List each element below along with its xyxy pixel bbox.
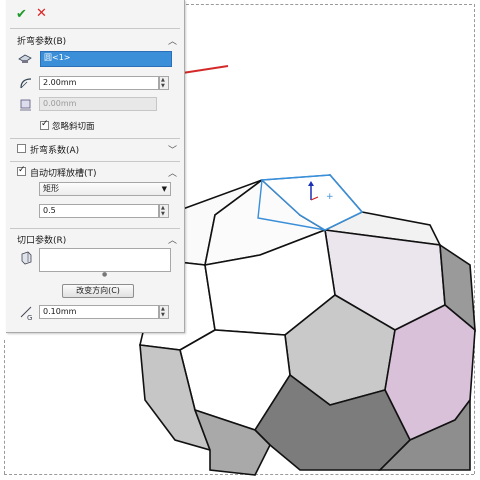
divider [10,228,180,229]
rip-params-title: 切口参数(R) [17,236,67,246]
ignore-bevel-label: 忽略斜切面 [52,122,95,132]
bend-params-header[interactable]: 折弯参数(B) ︿ [6,32,184,48]
collapse-chevron-icon[interactable]: ︿ [168,34,177,47]
expand-chevron-icon[interactable]: ﹀ [168,143,177,156]
confirm-check-icon[interactable]: ✔ [16,7,27,22]
origin-marker-icon: + [326,192,334,202]
collapse-chevron-icon[interactable]: ︿ [168,166,177,179]
dropdown-arrow-icon[interactable]: ▼ [162,183,167,195]
spin-down-icon[interactable]: ▼ [161,313,165,318]
thickness-input: 0.00mm [39,97,157,111]
relief-ratio-value: 0.5 [43,206,56,215]
relief-ratio-input[interactable]: 0.5 [39,204,159,218]
fixed-face-icon [18,52,32,64]
auto-relief-checkbox[interactable] [17,165,26,176]
rip-gap-input[interactable]: 0.10mm [39,305,159,319]
spin-down-icon[interactable]: ▼ [161,212,165,217]
change-direction-button[interactable]: 改变方向(C) [62,284,134,298]
divider [10,28,180,29]
rip-params-header[interactable]: 切口参数(R) ︿ [6,231,184,247]
fixed-face-field[interactable]: 圆<1> [40,51,172,67]
spin-down-icon[interactable]: ▼ [161,84,165,89]
collapse-chevron-icon[interactable]: ︿ [168,233,177,246]
bend-factor-checkbox[interactable] [17,144,26,153]
bend-radius-input[interactable]: 2.00mm [39,76,159,90]
ignore-bevel-checkbox[interactable] [40,119,49,130]
thickness-icon [19,97,33,111]
svg-text:G: G [27,314,32,321]
change-direction-label: 改变方向(C) [76,286,120,295]
divider [10,161,180,162]
bend-params-title: 折弯参数(B) [17,37,67,47]
auto-relief-title: 自动切释放槽(T) [30,169,97,179]
thickness-value: 0.00mm [43,99,77,108]
cancel-x-icon[interactable]: ✕ [36,6,47,21]
rip-edges-list[interactable] [39,248,171,272]
rip-gap-icon: G [19,305,35,322]
divider [10,138,180,139]
relief-type-value: 矩形 [43,184,59,193]
bend-radius-value: 2.00mm [43,78,77,87]
property-manager-panel: ✔ ✕ 折弯参数(B) ︿ 圆<1> 2.00mm ▲ ▼ 0.00mm 忽略斜… [6,0,185,333]
relief-ratio-spinner[interactable]: ▲ ▼ [159,204,169,218]
rip-edge-icon [19,251,33,265]
bend-radius-icon [19,76,33,90]
rip-gap-spinner[interactable]: ▲ ▼ [159,305,169,319]
bend-factor-title: 折弯系数(A) [30,146,80,156]
auto-relief-header[interactable]: 自动切释放槽(T) ︿ [6,164,184,180]
relief-type-select[interactable]: 矩形 ▼ [39,182,171,196]
bend-factor-header[interactable]: 折弯系数(A) ﹀ [6,141,184,157]
bend-radius-spinner[interactable]: ▲ ▼ [159,76,169,90]
fixed-face-value: 圆<1> [44,53,71,62]
resize-grip-icon[interactable]: ● [102,271,107,278]
rip-gap-value: 0.10mm [43,307,77,316]
